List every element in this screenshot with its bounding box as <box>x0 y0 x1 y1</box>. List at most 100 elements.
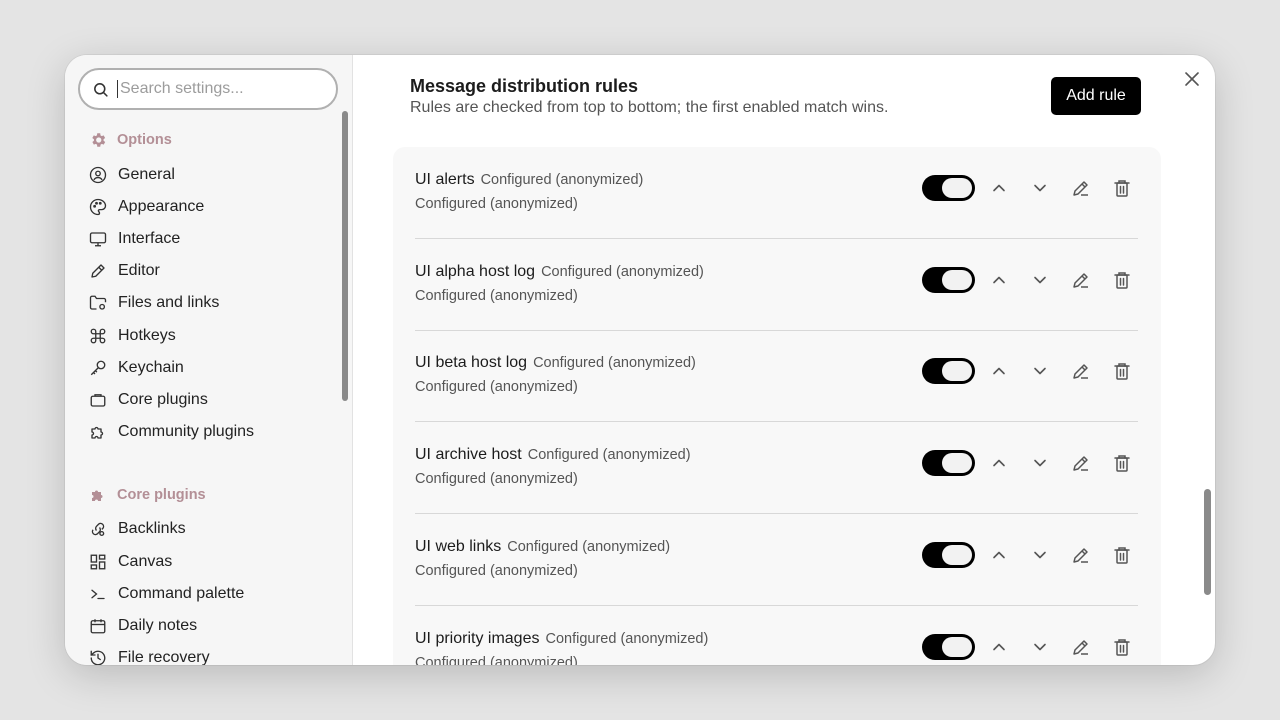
rule-name: UI beta host log <box>415 354 528 371</box>
settings-modal: Options General Appearance Interface Edi… <box>65 55 1215 665</box>
folder-cog-icon <box>89 295 107 310</box>
rule-subtitle: Configured (anonymized) <box>415 563 578 579</box>
rule-tag: Configured (anonymized) <box>533 355 696 371</box>
chevron-up-icon[interactable] <box>989 178 1009 198</box>
sidebar-item-appearance[interactable]: Appearance <box>89 195 204 219</box>
edit-pencil-icon[interactable] <box>1071 545 1091 565</box>
options-group-label: Options <box>117 132 172 148</box>
command-icon <box>90 328 106 344</box>
chevron-up-icon[interactable] <box>989 545 1009 565</box>
sidebar-item-label: Command palette <box>118 585 245 602</box>
add-rule-button[interactable]: Add rule <box>1051 77 1141 115</box>
sidebar-item-editor[interactable]: Editor <box>89 259 160 283</box>
edit-pencil-icon[interactable] <box>1071 637 1091 657</box>
trash-icon[interactable] <box>1112 270 1132 290</box>
sidebar-item-hotkeys[interactable]: Hotkeys <box>89 324 176 348</box>
trash-icon[interactable] <box>1112 361 1132 381</box>
rule-subtitle: Configured (anonymized) <box>415 379 578 395</box>
settings-content: Message distribution rules Rules are che… <box>354 55 1215 665</box>
trash-icon[interactable] <box>1112 545 1132 565</box>
sidebar-item-keychain[interactable]: Keychain <box>89 356 184 380</box>
rule-enabled-toggle[interactable] <box>922 267 975 293</box>
chevron-up-icon[interactable] <box>989 637 1009 657</box>
toggle-knob <box>942 361 972 381</box>
sidebar-item-interface[interactable]: Interface <box>89 227 180 251</box>
sidebar-scrollbar[interactable] <box>342 111 348 401</box>
link-search-icon <box>91 522 105 537</box>
rule-subtitle: Configured (anonymized) <box>415 471 578 487</box>
rule-row: UI alerts Configured (anonymized) Configu… <box>415 147 1138 239</box>
chevron-up-icon[interactable] <box>989 453 1009 473</box>
edit-pencil-icon[interactable] <box>1071 178 1091 198</box>
close-icon[interactable] <box>1182 69 1202 89</box>
toggle-knob <box>942 270 972 290</box>
chevron-down-icon[interactable] <box>1030 453 1050 473</box>
sidebar-item-label: File recovery <box>118 649 210 665</box>
search-input[interactable] <box>117 80 327 98</box>
chevron-down-icon[interactable] <box>1030 637 1050 657</box>
sidebar-item-label: Files and links <box>118 294 220 311</box>
terminal-icon <box>91 589 105 600</box>
core-plugins-group-label: Core plugins <box>117 487 206 503</box>
rule-subtitle: Configured (anonymized) <box>415 655 578 665</box>
sidebar-item-label: Backlinks <box>118 520 186 537</box>
toggle-knob <box>942 453 972 473</box>
briefcase-icon <box>90 394 106 407</box>
rule-enabled-toggle[interactable] <box>922 450 975 476</box>
rules-list: UI alerts Configured (anonymized) Configu… <box>393 147 1161 665</box>
rule-subtitle: Configured (anonymized) <box>415 288 578 304</box>
sidebar-item-file-recovery[interactable]: File recovery <box>89 646 210 665</box>
search-box[interactable] <box>78 68 338 110</box>
user-circle-icon <box>89 166 107 184</box>
rule-tag: Configured (anonymized) <box>541 264 704 280</box>
gear-icon <box>92 133 106 147</box>
sidebar-item-canvas[interactable]: Canvas <box>89 550 172 574</box>
rule-name: UI web links <box>415 538 502 555</box>
edit-pencil-icon[interactable] <box>1071 361 1091 381</box>
sidebar-item-label: Community plugins <box>118 423 255 440</box>
sidebar-item-label: Interface <box>118 230 181 247</box>
rule-enabled-toggle[interactable] <box>922 634 975 660</box>
sidebar-item-label: Daily notes <box>118 617 198 634</box>
content-scrollbar[interactable] <box>1204 489 1211 595</box>
rule-row: UI beta host log Configured (anonymized) … <box>415 330 1138 422</box>
sidebar-item-core-plugins[interactable]: Core plugins <box>89 388 208 412</box>
section-title: Message distribution rules <box>410 76 639 96</box>
trash-icon[interactable] <box>1112 178 1132 198</box>
rule-tag: Configured (anonymized) <box>527 447 691 463</box>
edit-pencil-icon[interactable] <box>1071 270 1091 290</box>
trash-icon[interactable] <box>1112 453 1132 473</box>
key-icon <box>90 360 106 376</box>
rule-enabled-toggle[interactable] <box>922 358 975 384</box>
rule-row: UI priority images Configured (anonymized… <box>415 606 1138 665</box>
sidebar-item-backlinks[interactable]: Backlinks <box>89 517 186 541</box>
toggle-knob <box>942 637 972 657</box>
puzzle-icon <box>92 490 103 501</box>
calendar-icon <box>90 619 106 634</box>
sidebar-item-label: Canvas <box>118 553 173 570</box>
chevron-up-icon[interactable] <box>989 361 1009 381</box>
core-plugins-group-header: Core plugins <box>89 486 206 504</box>
settings-sidebar: Options General Appearance Interface Edi… <box>65 55 353 665</box>
rule-subtitle: Configured (anonymized) <box>415 196 578 212</box>
sidebar-item-general[interactable]: General <box>89 163 175 187</box>
sidebar-item-command-palette[interactable]: Command palette <box>89 582 244 606</box>
rule-tag: Configured (anonymized) <box>507 539 671 555</box>
chevron-down-icon[interactable] <box>1030 178 1050 198</box>
layout-dashboard-icon <box>90 554 106 570</box>
sidebar-item-files-and-links[interactable]: Files and links <box>89 291 219 315</box>
chevron-up-icon[interactable] <box>989 270 1009 290</box>
chevron-down-icon[interactable] <box>1030 545 1050 565</box>
sidebar-item-daily-notes[interactable]: Daily notes <box>89 614 197 638</box>
sidebar-item-community-plugins[interactable]: Community plugins <box>89 420 254 444</box>
sidebar-item-label: Keychain <box>118 359 184 376</box>
toggle-knob <box>942 178 972 198</box>
trash-icon[interactable] <box>1112 637 1132 657</box>
chevron-down-icon[interactable] <box>1030 361 1050 381</box>
options-group-header: Options <box>89 131 172 149</box>
rule-enabled-toggle[interactable] <box>922 175 975 201</box>
chevron-down-icon[interactable] <box>1030 270 1050 290</box>
rule-row: UI archive host Configured (anonymized) C… <box>415 422 1138 514</box>
edit-pencil-icon[interactable] <box>1071 453 1091 473</box>
rule-enabled-toggle[interactable] <box>922 542 975 568</box>
